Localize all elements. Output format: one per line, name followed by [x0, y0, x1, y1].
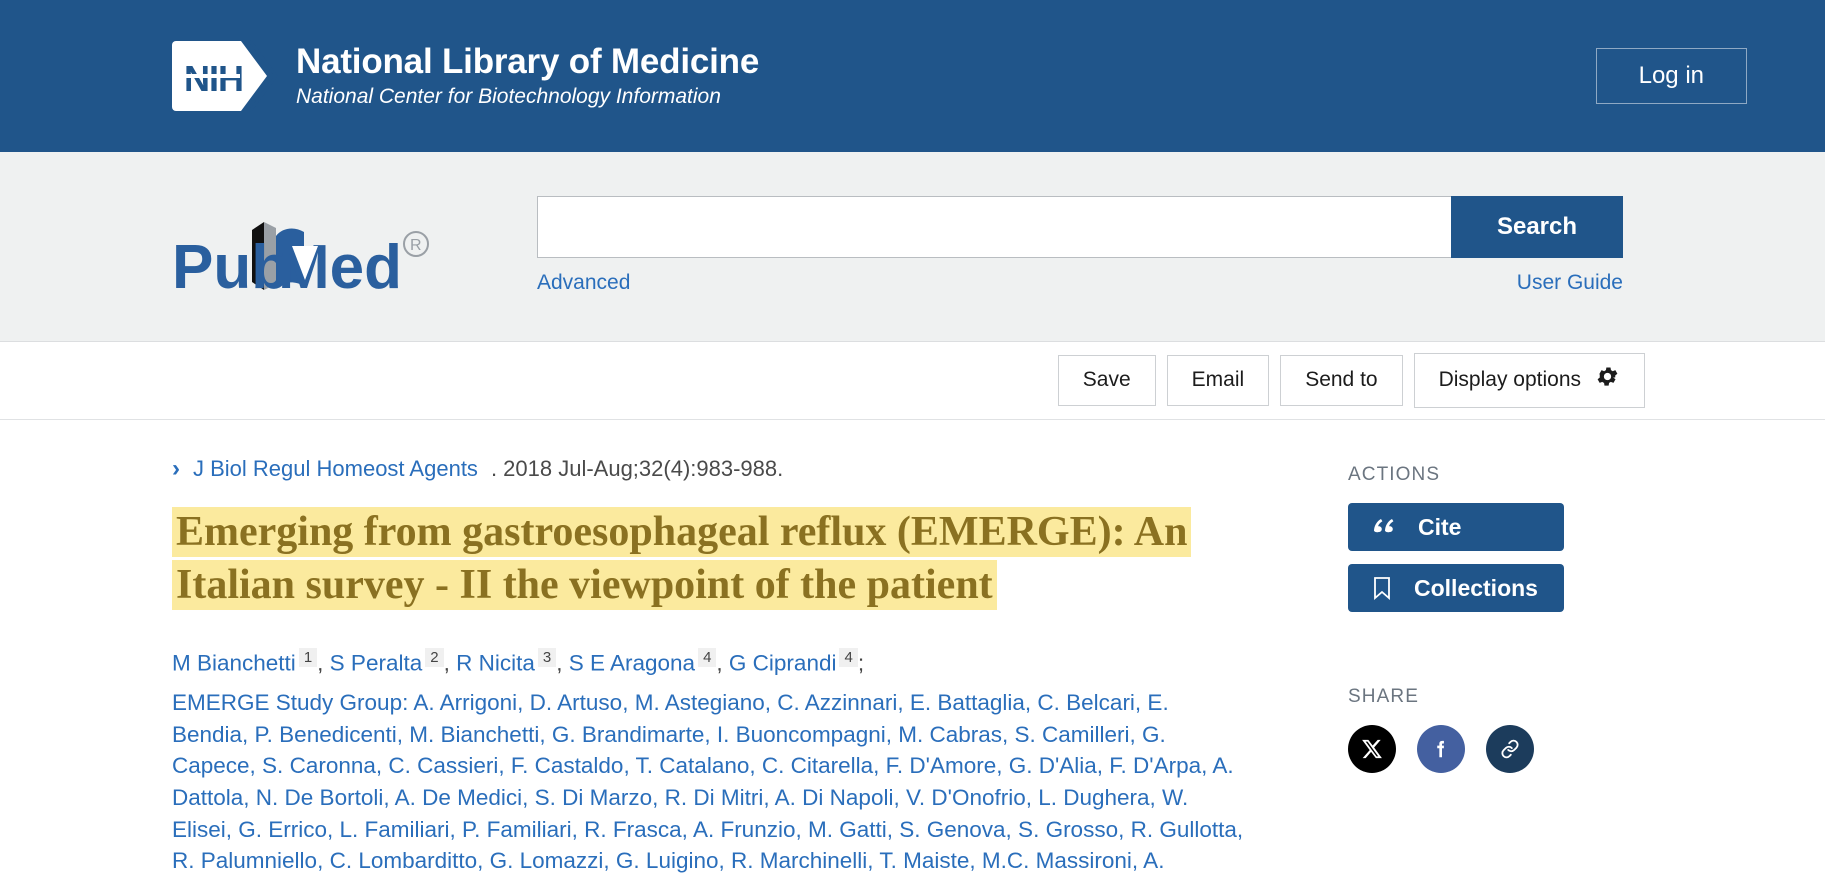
advanced-search-link[interactable]: Advanced [537, 271, 630, 295]
save-label: Save [1082, 368, 1131, 392]
share-buttons [1348, 725, 1648, 773]
cite-label: Cite [1418, 513, 1462, 540]
page-title: Emerging from gastroesophageal reflux (E… [172, 506, 1217, 613]
author-affiliation[interactable]: 4 [698, 647, 717, 667]
author-list: M Bianchetti 1, S Peralta 2, R Nicita 3, S … [172, 647, 865, 676]
collaborator-group-label[interactable]: EMERGE Study Group: [172, 690, 408, 715]
email-button[interactable]: Email [1166, 355, 1270, 406]
author-link[interactable]: S Peralta [330, 650, 423, 675]
send-to-label: Send to [1305, 368, 1378, 392]
search-zone: Search Advanced User Guide [537, 196, 1623, 295]
twitter-x-icon [1362, 739, 1382, 759]
pubmed-search-bar: Pub Med R Search Advanced User Guide [0, 152, 1825, 342]
permalink-icon [1501, 739, 1519, 759]
author-affiliation[interactable]: 3 [537, 647, 557, 667]
search-button[interactable]: Search [1451, 196, 1623, 258]
nih-title: National Library of Medicine [296, 41, 760, 81]
author-affiliation[interactable]: 2 [425, 647, 444, 667]
article-title-text: Emerging from gastroesophageal reflux (E… [172, 507, 1192, 611]
display-options-label: Display options [1438, 368, 1581, 392]
sidebar: ACTIONS Cite Collections SHARE [1348, 456, 1648, 875]
share-heading: SHARE [1348, 686, 1419, 707]
svg-text:Med: Med [278, 233, 402, 296]
article-toolbar: Save Email Send to Display options [0, 342, 1825, 420]
search-row: Search [537, 196, 1623, 258]
collections-button[interactable]: Collections [1348, 564, 1564, 612]
quote-icon [1372, 517, 1396, 537]
save-button[interactable]: Save [1057, 355, 1156, 406]
nih-emblem-icon: NIH [172, 33, 280, 119]
nih-logo[interactable]: NIH National Library of Medicine Nationa… [172, 33, 759, 119]
author-link[interactable]: G Ciprandi [729, 650, 837, 675]
journal-link[interactable]: J Biol Regul Homeost Agents [193, 456, 478, 482]
facebook-share-button[interactable] [1417, 725, 1465, 773]
svg-text:R: R [410, 237, 422, 254]
actions-heading: ACTIONS [1348, 464, 1441, 485]
login-button[interactable]: Log in [1595, 47, 1747, 105]
collaborator-group: EMERGE Study Group: A. Arrigoni, D. Artu… [172, 687, 1247, 875]
user-guide-link[interactable]: User Guide [1517, 271, 1623, 295]
collaborator-names[interactable]: A. Arrigoni, D. Artuso, M. Astegiano, C.… [172, 690, 1243, 874]
collections-label: Collections [1414, 574, 1538, 601]
bookmark-icon [1372, 576, 1392, 600]
display-options-button[interactable]: Display options [1413, 352, 1645, 409]
nih-subtitle: National Center for Biotechnology Inform… [296, 84, 721, 108]
nih-header: NIH National Library of Medicine Nationa… [0, 0, 1825, 152]
chevron-right-icon[interactable]: › [172, 457, 180, 481]
twitter-x-share-button[interactable] [1348, 725, 1396, 773]
email-label: Email [1191, 368, 1245, 392]
author-link[interactable]: R Nicita [456, 650, 535, 675]
author-link[interactable]: S E Aragona [569, 650, 695, 675]
facebook-icon [1437, 740, 1444, 758]
page-body: › J Biol Regul Homeost Agents . 2018 Jul… [0, 420, 1825, 875]
cite-button[interactable]: Cite [1348, 503, 1564, 551]
journal-citation: › J Biol Regul Homeost Agents . 2018 Jul… [172, 456, 1262, 482]
search-input[interactable] [537, 196, 1451, 258]
article-column: › J Biol Regul Homeost Agents . 2018 Jul… [172, 456, 1262, 875]
author-affiliation[interactable]: 4 [839, 647, 858, 667]
author-affiliation[interactable]: 1 [298, 647, 318, 667]
permalink-share-button[interactable] [1486, 725, 1534, 773]
pubmed-logo[interactable]: Pub Med R [172, 218, 444, 296]
author-link[interactable]: M Bianchetti [172, 650, 296, 675]
svg-text:Pub: Pub [172, 233, 289, 296]
citation-details: . 2018 Jul-Aug;32(4):983-988. [490, 456, 784, 481]
send-to-button[interactable]: Send to [1280, 355, 1403, 406]
gear-icon [1595, 364, 1620, 397]
search-links: Advanced User Guide [537, 271, 1623, 295]
svg-text:NIH: NIH [184, 58, 243, 99]
